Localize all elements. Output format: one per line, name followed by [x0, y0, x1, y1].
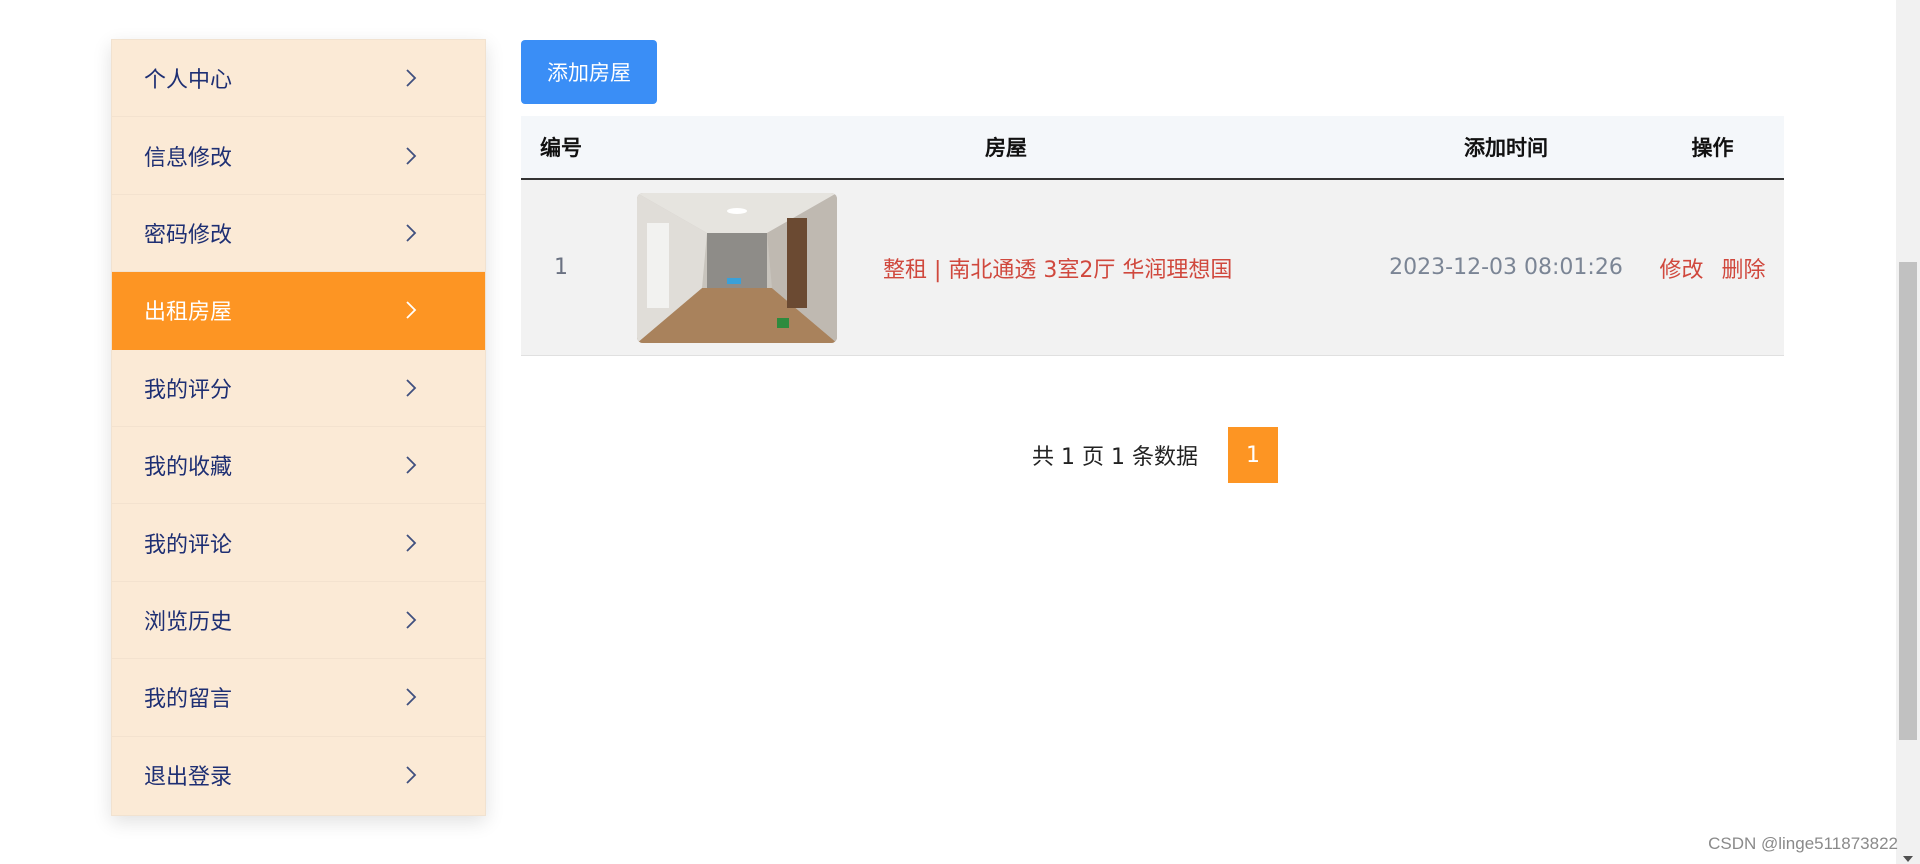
- sidebar-item-label: 我的评论: [144, 532, 233, 558]
- sidebar-item-my-comments[interactable]: 我的评论: [112, 504, 485, 582]
- delete-link[interactable]: 删除: [1722, 252, 1766, 284]
- house-cell: 整租 | 南北通透 3室2厅 华润理想国: [601, 192, 1371, 343]
- add-house-button[interactable]: 添加房屋: [521, 40, 657, 104]
- sidebar-item-label: 浏览历史: [144, 609, 233, 635]
- sidebar-item-label: 我的收藏: [144, 455, 233, 481]
- sidebar-menu: 个人中心 信息修改 密码修改 出租房屋 我的评分 我的收藏 我的评论 浏览历史 …: [111, 39, 486, 816]
- chevron-right-icon: [406, 533, 417, 552]
- sidebar-item-label: 我的留言: [144, 687, 233, 713]
- sidebar-item-label: 我的评分: [144, 377, 233, 403]
- watermark: CSDN @linge511873822: [1708, 834, 1898, 853]
- chevron-right-icon: [406, 301, 417, 319]
- house-table: 编号 房屋 添加时间 操作 1 整租 | 南北通透 3室2厅 华润理想国 202…: [521, 116, 1784, 356]
- scrollbar-thumb[interactable]: [1899, 262, 1917, 740]
- scroll-down-arrow-icon[interactable]: [1903, 856, 1913, 862]
- header-house: 房屋: [985, 136, 1027, 160]
- sidebar-item-label: 退出登录: [144, 765, 233, 791]
- row-actions: 修改 删除: [1641, 252, 1784, 284]
- chevron-right-icon: [406, 688, 417, 706]
- sidebar-item-label: 个人中心: [144, 68, 233, 94]
- sidebar-item-my-ratings[interactable]: 我的评分: [112, 350, 485, 427]
- pagination-info: 共 1 页 1 条数据: [1032, 445, 1198, 470]
- edit-link[interactable]: 修改: [1659, 252, 1703, 284]
- chevron-right-icon: [406, 766, 417, 784]
- sidebar-item-label: 密码修改: [144, 222, 233, 248]
- chevron-right-icon: [406, 456, 417, 474]
- sidebar-item-logout[interactable]: 退出登录: [112, 737, 485, 814]
- pagination: 共 1 页 1 条数据 1: [1032, 427, 1278, 483]
- table-header: 编号 房屋 添加时间 操作: [521, 116, 1784, 180]
- sidebar-item-profile[interactable]: 个人中心: [112, 40, 485, 118]
- scrollbar[interactable]: [1896, 0, 1920, 864]
- header-ops: 操作: [1691, 136, 1734, 160]
- sidebar-item-label: 出租房屋: [144, 300, 233, 326]
- header-time: 添加时间: [1464, 136, 1548, 160]
- chevron-right-icon: [406, 146, 417, 165]
- chevron-right-icon: [406, 379, 417, 397]
- sidebar-item-edit-info[interactable]: 信息修改: [112, 117, 485, 195]
- page-number-button[interactable]: 1: [1227, 427, 1278, 483]
- sidebar-item-label: 信息修改: [144, 145, 233, 171]
- chevron-right-icon: [406, 611, 417, 629]
- sidebar-item-change-password[interactable]: 密码修改: [112, 195, 485, 273]
- chevron-right-icon: [406, 69, 417, 87]
- row-number: 1: [554, 255, 568, 280]
- sidebar-item-history[interactable]: 浏览历史: [112, 582, 485, 660]
- sidebar-item-my-favorites[interactable]: 我的收藏: [112, 427, 485, 505]
- sidebar-item-rent-house[interactable]: 出租房屋: [112, 272, 485, 350]
- table-row: 1 整租 | 南北通透 3室2厅 华润理想国 2023-12-03 08:01:…: [521, 180, 1784, 356]
- added-time: 2023-12-03 08:01:26: [1389, 255, 1623, 280]
- house-title-link[interactable]: 整租 | 南北通透 3室2厅 华润理想国: [883, 252, 1232, 284]
- chevron-right-icon: [406, 224, 417, 242]
- header-no: 编号: [540, 136, 582, 160]
- room-photo-icon: [637, 192, 837, 343]
- sidebar-item-my-messages[interactable]: 我的留言: [112, 659, 485, 737]
- house-thumbnail[interactable]: [637, 192, 837, 343]
